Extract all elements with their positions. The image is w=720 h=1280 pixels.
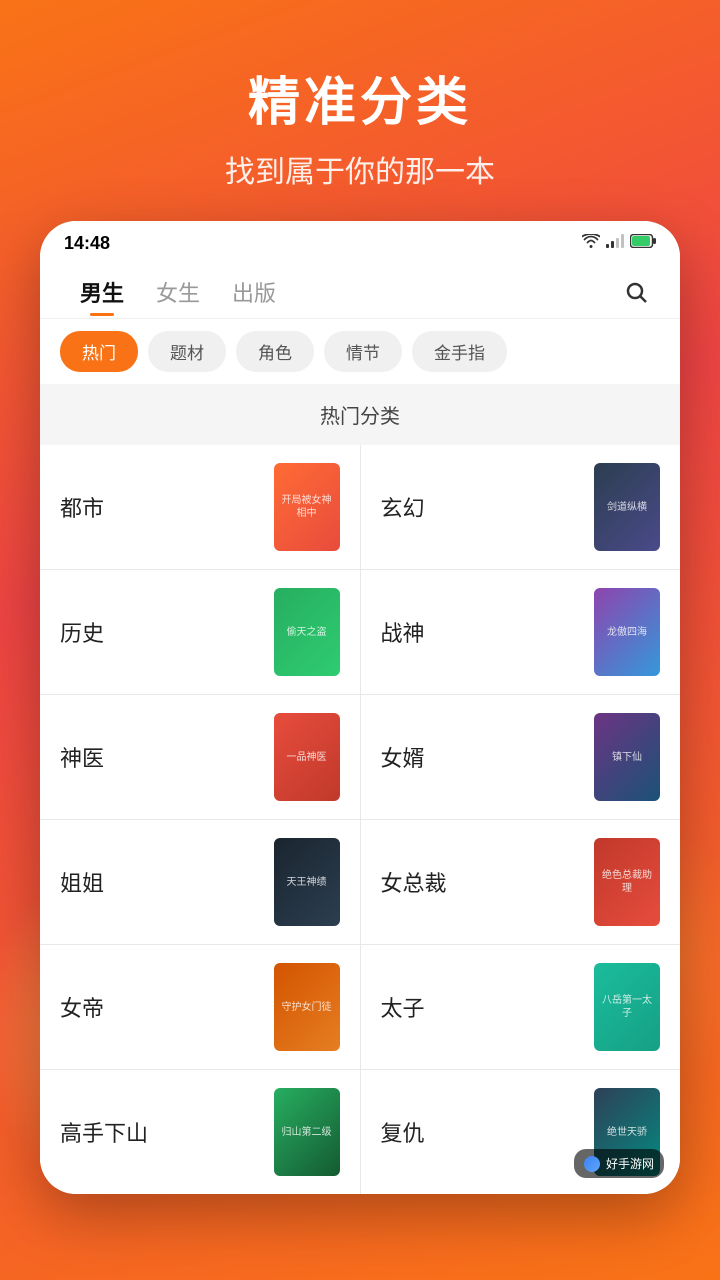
phone-shell: 14:48 [40,221,680,1194]
category-nuzongcai[interactable]: 女总裁 绝色总裁助理 [361,820,681,944]
category-label-zhanshen: 战神 [381,616,583,648]
tab-female[interactable]: 女生 [140,270,216,314]
category-label-shenyi: 神医 [60,741,262,773]
filter-plot[interactable]: 情节 [324,331,402,372]
category-nuxu[interactable]: 女婿 镇下仙 [361,695,681,819]
status-icons [582,234,656,253]
watermark-text: 好手游网 [606,1155,654,1172]
book-cover-xuanhuan: 剑道纵横 [594,463,660,551]
book-cover-nuxu: 镇下仙 [594,713,660,801]
category-label-nuxu: 女婿 [381,741,583,773]
filter-cheat[interactable]: 金手指 [412,331,507,372]
category-label-fuchou: 复仇 [381,1116,583,1148]
category-label-taizi: 太子 [381,991,583,1023]
filter-hot[interactable]: 热门 [60,331,138,372]
category-label-dushi: 都市 [60,491,262,523]
hero-section: 精准分类 找到属于你的那一本 [0,0,720,221]
watermark-logo [584,1156,600,1172]
category-jiejie[interactable]: 姐姐 天王神绩 [40,820,360,944]
book-cover-shenyi: 一品神医 [274,713,340,801]
book-cover-jiejie: 天王神绩 [274,838,340,926]
category-label-nvdi: 女帝 [60,991,262,1023]
content-area: 热门分类 都市 开局被女神相中 玄幻 剑道纵横 历史 偷天之盗 [40,384,680,1194]
category-lishi[interactable]: 历史 偷天之盗 [40,570,360,694]
category-label-jiejie: 姐姐 [60,866,262,898]
search-icon [624,280,648,304]
book-cover-dushi: 开局被女神相中 [274,463,340,551]
top-nav: 男生 女生 出版 [40,262,680,319]
status-bar: 14:48 [40,221,680,262]
filter-theme[interactable]: 题材 [148,331,226,372]
status-time: 14:48 [64,233,110,254]
category-nvdi[interactable]: 女帝 守护女门徒 [40,945,360,1069]
category-dushi[interactable]: 都市 开局被女神相中 [40,445,360,569]
category-label-xuanhuan: 玄幻 [381,491,583,523]
signal-icon [606,234,624,253]
book-cover-gaoshouxiashan: 归山第二级 [274,1088,340,1176]
filter-bar: 热门 题材 角色 情节 金手指 [40,319,680,384]
tab-publish[interactable]: 出版 [216,270,292,314]
book-cover-lishi: 偷天之盗 [274,588,340,676]
book-cover-nvdi: 守护女门徒 [274,963,340,1051]
category-xuanhuan[interactable]: 玄幻 剑道纵横 [361,445,681,569]
hero-title: 精准分类 [40,60,680,135]
category-grid: 都市 开局被女神相中 玄幻 剑道纵横 历史 偷天之盗 战神 [40,445,680,1194]
wifi-icon [582,234,600,253]
category-label-nuzongcai: 女总裁 [381,866,583,898]
category-label-lishi: 历史 [60,616,262,648]
category-taizi[interactable]: 太子 八岳第一太子 [361,945,681,1069]
book-cover-nuzongcai: 绝色总裁助理 [594,838,660,926]
hero-subtitle: 找到属于你的那一本 [40,147,680,191]
battery-icon [630,234,656,253]
category-shenyi[interactable]: 神医 一品神医 [40,695,360,819]
category-gaoshouxiashan[interactable]: 高手下山 归山第二级 [40,1070,360,1194]
category-label-gaoshouxiashan: 高手下山 [60,1116,262,1148]
book-cover-taizi: 八岳第一太子 [594,963,660,1051]
filter-role[interactable]: 角色 [236,331,314,372]
book-cover-zhanshen: 龙傲四海 [594,588,660,676]
search-button[interactable] [616,272,656,312]
watermark: 好手游网 [574,1149,664,1178]
section-title: 热门分类 [40,384,680,445]
category-zhanshen[interactable]: 战神 龙傲四海 [361,570,681,694]
tab-male[interactable]: 男生 [64,270,140,314]
